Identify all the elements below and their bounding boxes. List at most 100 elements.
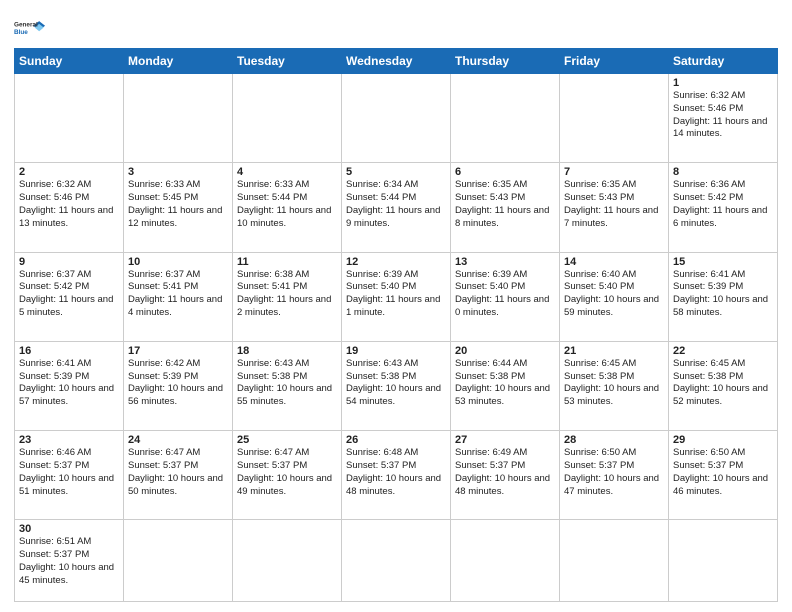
table-row: 22Sunrise: 6:45 AMSunset: 5:38 PMDayligh… bbox=[669, 341, 778, 430]
day-number: 6 bbox=[455, 166, 555, 178]
cell-info: Sunrise: 6:45 AM bbox=[673, 358, 773, 371]
cell-info: Sunrise: 6:50 AM bbox=[673, 447, 773, 460]
table-row: 19Sunrise: 6:43 AMSunset: 5:38 PMDayligh… bbox=[342, 341, 451, 430]
cell-info: Sunset: 5:43 PM bbox=[455, 192, 555, 205]
cell-info: Sunset: 5:46 PM bbox=[19, 192, 119, 205]
table-row: 8Sunrise: 6:36 AMSunset: 5:42 PMDaylight… bbox=[669, 163, 778, 252]
cell-info: Sunset: 5:41 PM bbox=[237, 281, 337, 294]
calendar-week-row: 16Sunrise: 6:41 AMSunset: 5:39 PMDayligh… bbox=[15, 341, 778, 430]
cell-info: Sunrise: 6:37 AM bbox=[128, 269, 228, 282]
day-number: 28 bbox=[564, 434, 664, 446]
cell-info: Sunset: 5:38 PM bbox=[564, 371, 664, 384]
table-row: 28Sunrise: 6:50 AMSunset: 5:37 PMDayligh… bbox=[560, 431, 669, 520]
cell-info: Sunrise: 6:45 AM bbox=[564, 358, 664, 371]
cell-info: Daylight: 10 hours and 52 minutes. bbox=[673, 383, 773, 409]
cell-info: Sunset: 5:39 PM bbox=[19, 371, 119, 384]
svg-text:Blue: Blue bbox=[14, 29, 28, 36]
svg-text:General: General bbox=[14, 22, 38, 29]
day-number: 19 bbox=[346, 345, 446, 357]
day-number: 21 bbox=[564, 345, 664, 357]
cell-info: Sunset: 5:39 PM bbox=[128, 371, 228, 384]
table-row: 3Sunrise: 6:33 AMSunset: 5:45 PMDaylight… bbox=[124, 163, 233, 252]
cell-info: Sunset: 5:40 PM bbox=[346, 281, 446, 294]
cell-info: Daylight: 10 hours and 48 minutes. bbox=[346, 473, 446, 499]
cell-info: Sunrise: 6:35 AM bbox=[455, 179, 555, 192]
cell-info: Daylight: 10 hours and 55 minutes. bbox=[237, 383, 337, 409]
table-row: 11Sunrise: 6:38 AMSunset: 5:41 PMDayligh… bbox=[233, 252, 342, 341]
cell-info: Sunrise: 6:41 AM bbox=[673, 269, 773, 282]
calendar-week-row: 23Sunrise: 6:46 AMSunset: 5:37 PMDayligh… bbox=[15, 431, 778, 520]
cell-info: Daylight: 10 hours and 50 minutes. bbox=[128, 473, 228, 499]
table-row: 10Sunrise: 6:37 AMSunset: 5:41 PMDayligh… bbox=[124, 252, 233, 341]
day-number: 12 bbox=[346, 256, 446, 268]
logo: GeneralBlue bbox=[14, 14, 46, 42]
table-row: 13Sunrise: 6:39 AMSunset: 5:40 PMDayligh… bbox=[451, 252, 560, 341]
cell-info: Sunrise: 6:33 AM bbox=[128, 179, 228, 192]
cell-info: Sunset: 5:40 PM bbox=[564, 281, 664, 294]
cell-info: Daylight: 11 hours and 12 minutes. bbox=[128, 205, 228, 231]
table-row bbox=[15, 74, 124, 163]
cell-info: Daylight: 10 hours and 54 minutes. bbox=[346, 383, 446, 409]
cell-info: Sunrise: 6:49 AM bbox=[455, 447, 555, 460]
day-number: 24 bbox=[128, 434, 228, 446]
cell-info: Sunset: 5:41 PM bbox=[128, 281, 228, 294]
day-number: 25 bbox=[237, 434, 337, 446]
table-row bbox=[451, 520, 560, 602]
cell-info: Sunset: 5:38 PM bbox=[346, 371, 446, 384]
cell-info: Sunrise: 6:41 AM bbox=[19, 358, 119, 371]
page: GeneralBlue Sunday Monday Tuesday Wednes… bbox=[0, 0, 792, 612]
cell-info: Sunset: 5:37 PM bbox=[19, 460, 119, 473]
table-row bbox=[342, 74, 451, 163]
calendar-table: Sunday Monday Tuesday Wednesday Thursday… bbox=[14, 48, 778, 602]
table-row: 7Sunrise: 6:35 AMSunset: 5:43 PMDaylight… bbox=[560, 163, 669, 252]
table-row bbox=[560, 74, 669, 163]
cell-info: Sunrise: 6:39 AM bbox=[455, 269, 555, 282]
table-row: 1Sunrise: 6:32 AMSunset: 5:46 PMDaylight… bbox=[669, 74, 778, 163]
table-row bbox=[124, 520, 233, 602]
table-row: 24Sunrise: 6:47 AMSunset: 5:37 PMDayligh… bbox=[124, 431, 233, 520]
cell-info: Daylight: 10 hours and 47 minutes. bbox=[564, 473, 664, 499]
table-row: 14Sunrise: 6:40 AMSunset: 5:40 PMDayligh… bbox=[560, 252, 669, 341]
cell-info: Sunrise: 6:42 AM bbox=[128, 358, 228, 371]
day-number: 29 bbox=[673, 434, 773, 446]
cell-info: Daylight: 10 hours and 59 minutes. bbox=[564, 294, 664, 320]
cell-info: Daylight: 11 hours and 8 minutes. bbox=[455, 205, 555, 231]
day-number: 9 bbox=[19, 256, 119, 268]
table-row: 16Sunrise: 6:41 AMSunset: 5:39 PMDayligh… bbox=[15, 341, 124, 430]
day-number: 14 bbox=[564, 256, 664, 268]
cell-info: Daylight: 10 hours and 58 minutes. bbox=[673, 294, 773, 320]
day-number: 4 bbox=[237, 166, 337, 178]
table-row bbox=[233, 74, 342, 163]
day-number: 27 bbox=[455, 434, 555, 446]
cell-info: Sunrise: 6:48 AM bbox=[346, 447, 446, 460]
cell-info: Daylight: 10 hours and 46 minutes. bbox=[673, 473, 773, 499]
table-row bbox=[342, 520, 451, 602]
col-sunday: Sunday bbox=[15, 49, 124, 74]
cell-info: Sunset: 5:38 PM bbox=[673, 371, 773, 384]
table-row: 21Sunrise: 6:45 AMSunset: 5:38 PMDayligh… bbox=[560, 341, 669, 430]
cell-info: Sunset: 5:37 PM bbox=[564, 460, 664, 473]
cell-info: Sunset: 5:42 PM bbox=[19, 281, 119, 294]
day-number: 13 bbox=[455, 256, 555, 268]
cell-info: Sunrise: 6:44 AM bbox=[455, 358, 555, 371]
cell-info: Sunrise: 6:43 AM bbox=[346, 358, 446, 371]
cell-info: Sunset: 5:44 PM bbox=[346, 192, 446, 205]
col-monday: Monday bbox=[124, 49, 233, 74]
cell-info: Sunset: 5:44 PM bbox=[237, 192, 337, 205]
table-row bbox=[560, 520, 669, 602]
cell-info: Daylight: 11 hours and 6 minutes. bbox=[673, 205, 773, 231]
table-row: 30Sunrise: 6:51 AMSunset: 5:37 PMDayligh… bbox=[15, 520, 124, 602]
day-number: 18 bbox=[237, 345, 337, 357]
col-friday: Friday bbox=[560, 49, 669, 74]
table-row: 15Sunrise: 6:41 AMSunset: 5:39 PMDayligh… bbox=[669, 252, 778, 341]
day-number: 15 bbox=[673, 256, 773, 268]
cell-info: Sunrise: 6:51 AM bbox=[19, 536, 119, 549]
calendar-header-row: Sunday Monday Tuesday Wednesday Thursday… bbox=[15, 49, 778, 74]
table-row: 25Sunrise: 6:47 AMSunset: 5:37 PMDayligh… bbox=[233, 431, 342, 520]
cell-info: Sunset: 5:43 PM bbox=[564, 192, 664, 205]
cell-info: Daylight: 10 hours and 49 minutes. bbox=[237, 473, 337, 499]
calendar-week-row: 30Sunrise: 6:51 AMSunset: 5:37 PMDayligh… bbox=[15, 520, 778, 602]
cell-info: Sunset: 5:42 PM bbox=[673, 192, 773, 205]
cell-info: Sunrise: 6:47 AM bbox=[237, 447, 337, 460]
cell-info: Daylight: 10 hours and 51 minutes. bbox=[19, 473, 119, 499]
